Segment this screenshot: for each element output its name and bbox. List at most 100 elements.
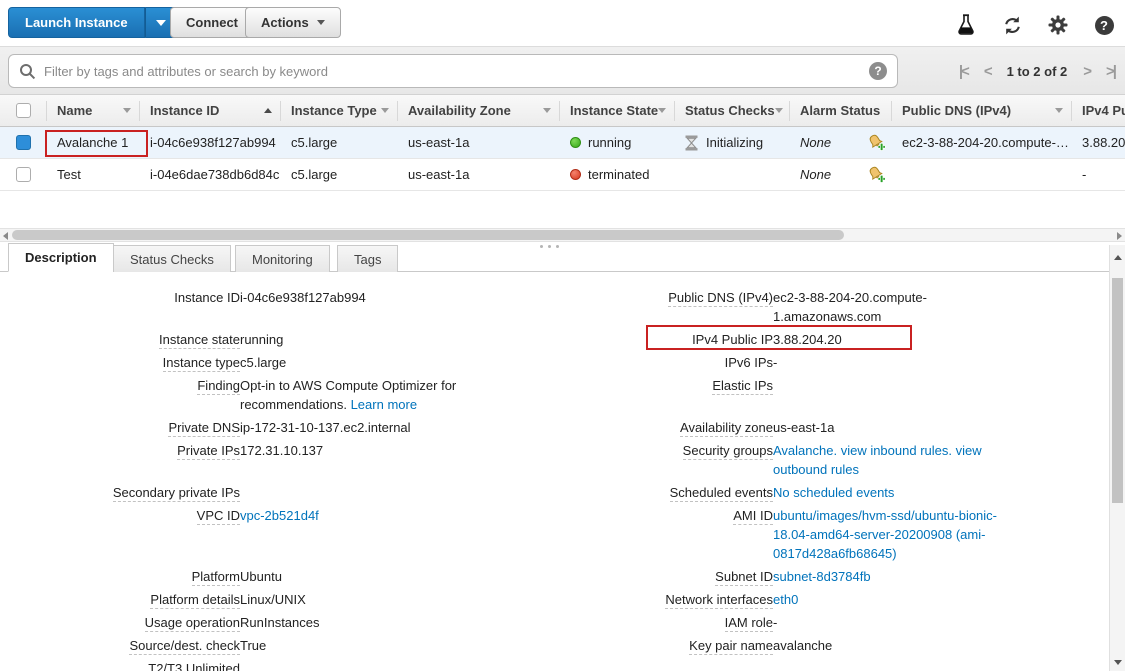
- row-checkbox[interactable]: [16, 135, 31, 150]
- ami-id-link[interactable]: ubuntu/images/hvm-ssd/ubuntu-bionic-18.0…: [773, 508, 997, 561]
- scheduled-events-link[interactable]: No scheduled events: [773, 485, 894, 500]
- field-label: Platform details: [150, 592, 240, 609]
- connect-button[interactable]: Connect: [170, 7, 254, 38]
- column-header-status-checks[interactable]: Status Checks: [675, 101, 790, 121]
- desc-row: T2/T3 Unlimited: [0, 657, 1013, 671]
- actions-button[interactable]: Actions: [245, 7, 341, 38]
- refresh-icon[interactable]: [1001, 14, 1023, 36]
- bell-plus-icon[interactable]: [867, 133, 886, 152]
- column-header-alarm-status[interactable]: Alarm Status: [790, 101, 892, 121]
- tab-status-checks[interactable]: Status Checks: [113, 245, 231, 272]
- desc-row: VPC ID vpc-2b521d4f AMI ID ubuntu/images…: [0, 504, 1013, 565]
- field-value: RunInstances: [240, 611, 552, 634]
- column-header-ipv4[interactable]: IPv4 Public IP: [1072, 101, 1125, 121]
- field-value: c5.large: [240, 351, 552, 374]
- prev-page-icon[interactable]: <: [984, 63, 991, 80]
- sort-icon[interactable]: [381, 108, 389, 113]
- field-label: Private DNS: [168, 420, 240, 437]
- learn-more-link[interactable]: Learn more: [351, 397, 417, 412]
- field-label: Instance type: [163, 355, 240, 372]
- launch-instance-split-button: Launch Instance: [8, 7, 177, 38]
- field-value: -: [773, 351, 1013, 374]
- network-interface-link[interactable]: eth0: [773, 592, 798, 607]
- field-label: Public DNS (IPv4): [668, 290, 773, 307]
- horizontal-scrollbar[interactable]: [0, 228, 1125, 242]
- ipv4-cell: 3.88.204.20: [1072, 135, 1125, 150]
- first-page-icon[interactable]: |<: [959, 63, 968, 80]
- column-header-instance-type[interactable]: Instance Type: [281, 101, 398, 121]
- alarm-status-cell: None: [790, 133, 892, 152]
- scroll-down-icon[interactable]: [1114, 660, 1122, 665]
- scroll-up-icon[interactable]: [1114, 255, 1122, 260]
- field-value: 172.31.10.137: [240, 439, 552, 481]
- sort-icon[interactable]: [123, 108, 131, 113]
- vpc-id-link[interactable]: vpc-2b521d4f: [240, 508, 319, 523]
- panel-resize-handle[interactable]: [540, 245, 559, 248]
- field-label: IPv4 Public IP: [692, 332, 773, 348]
- field-label: Source/dest. check: [129, 638, 240, 655]
- search-help-icon[interactable]: ?: [869, 62, 887, 80]
- row-checkbox[interactable]: [16, 167, 31, 182]
- field-value: ec2-3-88-204-20.compute-1.amazonaws.com: [773, 286, 1013, 328]
- next-page-icon[interactable]: >: [1083, 63, 1090, 80]
- sort-icon[interactable]: [775, 108, 783, 113]
- row-select-cell: [0, 167, 47, 182]
- launch-instance-button[interactable]: Launch Instance: [8, 7, 145, 38]
- sort-icon[interactable]: [1055, 108, 1063, 113]
- last-page-icon[interactable]: >|: [1106, 63, 1115, 80]
- desc-row: Secondary private IPs Scheduled events N…: [0, 481, 1013, 504]
- instance-id-cell: i-04e6dae738db6d84c: [140, 167, 281, 182]
- flask-icon[interactable]: [955, 14, 977, 36]
- tab-tags[interactable]: Tags: [337, 245, 398, 272]
- bell-plus-icon[interactable]: [867, 165, 886, 184]
- chevron-down-icon: [156, 20, 166, 26]
- field-label: Usage operation: [145, 615, 240, 632]
- detail-tabs: Description Status Checks Monitoring Tag…: [0, 242, 1125, 272]
- filter-input[interactable]: [44, 64, 869, 79]
- column-header-instance-state[interactable]: Instance State: [560, 101, 675, 121]
- horizontal-scrollbar-thumb[interactable]: [12, 230, 844, 240]
- field-label: Security groups: [683, 443, 773, 460]
- tab-monitoring[interactable]: Monitoring: [235, 245, 330, 272]
- field-label: Subnet ID: [715, 569, 773, 586]
- sort-icon[interactable]: [543, 108, 551, 113]
- subnet-id-link[interactable]: subnet-8d3784fb: [773, 569, 871, 584]
- column-header-instance-id[interactable]: Instance ID: [140, 101, 281, 121]
- field-label: Availability zone: [680, 420, 773, 437]
- desc-row: Source/dest. check True Key pair name av…: [0, 634, 1013, 657]
- table-row[interactable]: Test i-04e6dae738db6d84c c5.large us-eas…: [0, 159, 1125, 191]
- field-label: Scheduled events: [670, 485, 773, 502]
- field-value: avalanche: [773, 634, 1013, 657]
- search-box[interactable]: ?: [8, 54, 898, 88]
- field-value: [773, 657, 1013, 671]
- ipv4-cell: -: [1072, 167, 1125, 182]
- field-label: Instance ID: [174, 290, 240, 306]
- table-row[interactable]: Avalanche 1 i-04c6e938f127ab994 c5.large…: [0, 127, 1125, 159]
- field-label: AMI ID: [733, 508, 773, 525]
- security-groups-link[interactable]: Avalanche. view inbound rules. view outb…: [773, 443, 982, 477]
- field-value: Ubuntu: [240, 565, 552, 588]
- instance-id-cell: i-04c6e938f127ab994: [140, 135, 281, 150]
- desc-row: Instance state running IPv4 Public IP 3.…: [0, 328, 1013, 351]
- desc-row: Usage operation RunInstances IAM role -: [0, 611, 1013, 634]
- vertical-scrollbar[interactable]: [1109, 245, 1125, 671]
- column-header-public-dns[interactable]: Public DNS (IPv4): [892, 101, 1072, 121]
- sort-asc-icon[interactable]: [264, 108, 272, 113]
- scroll-left-icon[interactable]: [3, 232, 8, 240]
- column-header-name[interactable]: Name: [47, 101, 140, 121]
- sort-icon[interactable]: [658, 108, 666, 113]
- alarm-status-cell: None: [790, 165, 892, 184]
- select-all-checkbox[interactable]: [16, 103, 31, 118]
- help-icon[interactable]: ?: [1093, 14, 1115, 36]
- field-value: [773, 374, 1013, 416]
- public-dns-cell: ec2-3-88-204-20.compute-1.amazonaws.com: [892, 135, 1072, 150]
- gear-icon[interactable]: [1047, 14, 1069, 36]
- scroll-right-icon[interactable]: [1117, 232, 1122, 240]
- toolbar-icons: ?: [955, 14, 1115, 36]
- availability-zone-cell: us-east-1a: [398, 135, 560, 150]
- vertical-scrollbar-thumb[interactable]: [1112, 278, 1123, 503]
- tab-description[interactable]: Description: [8, 243, 114, 272]
- field-value: i-04c6e938f127ab994: [240, 286, 552, 328]
- column-header-availability-zone[interactable]: Availability Zone: [398, 101, 560, 121]
- green-dot-icon: [570, 137, 581, 148]
